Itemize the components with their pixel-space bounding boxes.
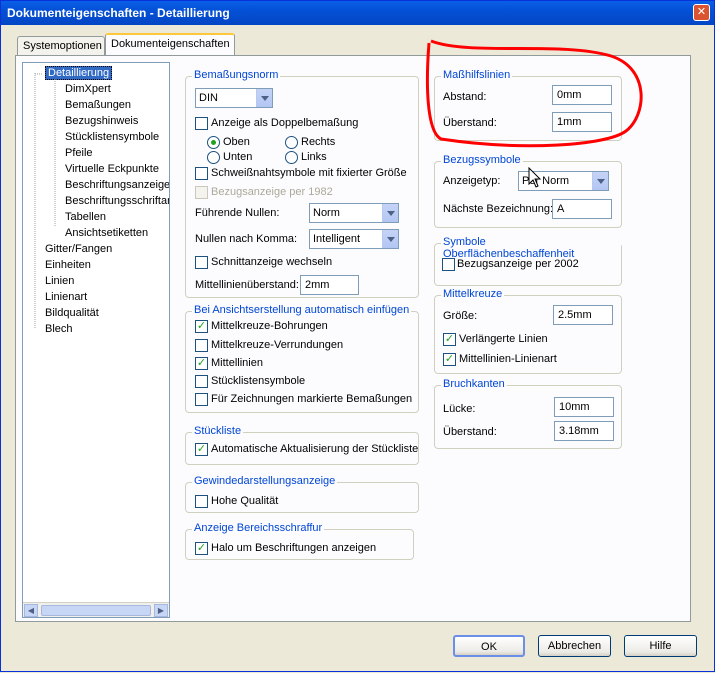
group-title: Symbole Oberflächenbeschaffenheit bbox=[441, 236, 621, 260]
anzeigetyp-label: Anzeigetyp: bbox=[443, 175, 501, 187]
mittellinien-linienart-checkbox[interactable]: ✓ bbox=[443, 353, 456, 366]
close-icon[interactable]: ✕ bbox=[693, 4, 710, 21]
schweissnaht-checkbox[interactable] bbox=[195, 167, 208, 180]
group-title: Bemaßungsnorm bbox=[192, 69, 281, 81]
radio-rechts-label: Rechts bbox=[301, 136, 336, 148]
chevron-down-icon bbox=[256, 89, 272, 107]
tree-item-beschriftungsschriftart[interactable]: Beschriftungsschriftart bbox=[65, 195, 169, 207]
stuecklistensymbole-label: Stücklistensymbole bbox=[211, 375, 306, 387]
tab-label: Systemoptionen bbox=[23, 40, 102, 52]
group-title: Anzeige Bereichsschraffur bbox=[192, 522, 325, 534]
mittelkreuze-bohrungen-label: Mittelkreuze-Bohrungen bbox=[211, 320, 328, 332]
radio-oben[interactable] bbox=[207, 136, 220, 149]
mittelkreuze-verrundungen-label: Mittelkreuze-Verrundungen bbox=[211, 339, 344, 351]
nullen-nach-komma-label: Nullen nach Komma: bbox=[195, 233, 298, 245]
dialog-window: Dokumenteigenschaften - Detaillierung ✕ … bbox=[0, 0, 715, 672]
radio-unten-label: Unten bbox=[223, 151, 253, 163]
doppelbemassung-label: Anzeige als Doppelbemaßung bbox=[211, 117, 359, 129]
doppelbemassung-checkbox[interactable] bbox=[195, 117, 208, 130]
bezug2002-label: Bezugsanzeige per 2002 bbox=[457, 258, 579, 270]
tree-item-stuecklistensymbole[interactable]: Stücklistensymbole bbox=[65, 131, 159, 143]
group-title: Bruchkanten bbox=[441, 378, 507, 390]
bezug2002-checkbox[interactable] bbox=[442, 258, 455, 271]
naechste-bezeichnung-label: Nächste Bezeichnung: bbox=[443, 203, 554, 215]
mittellinien-checkbox[interactable]: ✓ bbox=[195, 357, 208, 370]
title-bar[interactable]: Dokumenteigenschaften - Detaillierung ✕ bbox=[1, 1, 714, 25]
halo-label: Halo um Beschriftungen anzeigen bbox=[211, 542, 377, 554]
mittellinienueberstand-label: Mittellinienüberstand: bbox=[195, 279, 299, 291]
verlaengerte-linien-checkbox[interactable]: ✓ bbox=[443, 333, 456, 346]
tree-item-virtuelle-eckpunkte[interactable]: Virtuelle Eckpunkte bbox=[65, 163, 159, 175]
naechste-bezeichnung-input[interactable]: A bbox=[552, 199, 612, 219]
ok-button[interactable]: OK bbox=[453, 635, 525, 657]
luecke-label: Lücke: bbox=[443, 403, 476, 415]
radio-links[interactable] bbox=[285, 151, 298, 164]
fuehrende-nullen-select[interactable]: Norm bbox=[309, 203, 399, 223]
mittellinienueberstand-input[interactable]: 2mm bbox=[300, 275, 359, 295]
tree-item-ansichtsetiketten[interactable]: Ansichtsetiketten bbox=[65, 227, 148, 239]
nullen-nach-komma-select[interactable]: Intelligent bbox=[309, 229, 399, 249]
auto-aktualisierung-label: Automatische Aktualisierung der Stücklis… bbox=[211, 443, 419, 455]
mittelkreuze-verrundungen-checkbox[interactable] bbox=[195, 339, 208, 352]
luecke-input[interactable]: 10mm bbox=[554, 397, 614, 417]
chevron-down-icon bbox=[592, 172, 608, 190]
hohe-qualitaet-checkbox[interactable] bbox=[195, 495, 208, 508]
bezug1982-checkbox[interactable] bbox=[195, 186, 208, 199]
tab-label: Dokumenteigenschaften bbox=[111, 38, 230, 50]
mittellinien-linienart-label: Mittellinien-Linienart bbox=[459, 353, 557, 365]
stuecklistensymbole-checkbox[interactable] bbox=[195, 375, 208, 388]
group-title: Gewindedarstellungsanzeige bbox=[192, 475, 338, 487]
hohe-qualitaet-label: Hohe Qualität bbox=[211, 495, 279, 507]
groesse-label: Größe: bbox=[443, 310, 478, 322]
halo-checkbox[interactable]: ✓ bbox=[195, 542, 208, 555]
mouse-cursor-icon bbox=[528, 167, 542, 188]
tab-dokumenteigenschaften[interactable]: Dokumenteigenschaften bbox=[105, 33, 235, 56]
verlaengerte-linien-label: Verlängerte Linien bbox=[459, 333, 548, 345]
chevron-down-icon bbox=[382, 230, 398, 248]
norm-select[interactable]: DIN bbox=[195, 88, 273, 108]
chevron-down-icon bbox=[382, 204, 398, 222]
markierte-bemassungen-checkbox[interactable] bbox=[195, 393, 208, 406]
scroll-thumb[interactable] bbox=[41, 605, 151, 616]
bruch-ueberstand-label: Überstand: bbox=[443, 426, 497, 438]
group-title: Stückliste bbox=[192, 425, 244, 437]
bezug1982-label: Bezugsanzeige per 1982 bbox=[211, 186, 333, 198]
help-button[interactable]: Hilfe bbox=[624, 635, 697, 657]
scroll-right-icon[interactable]: ▶ bbox=[154, 604, 168, 617]
group-title: Mittelkreuze bbox=[441, 288, 505, 300]
schnittanzeige-label: Schnittanzeige wechseln bbox=[211, 256, 333, 268]
auto-aktualisierung-checkbox[interactable]: ✓ bbox=[195, 443, 208, 456]
group-title: Bei Ansichtserstellung automatisch einfü… bbox=[192, 304, 412, 316]
radio-rechts[interactable] bbox=[285, 136, 298, 149]
tree-item-bemassungen[interactable]: Bemaßungen bbox=[65, 99, 131, 111]
radio-unten[interactable] bbox=[207, 151, 220, 164]
mittelkreuze-bohrungen-checkbox[interactable]: ✓ bbox=[195, 320, 208, 333]
schnittanzeige-checkbox[interactable] bbox=[195, 256, 208, 269]
radio-oben-label: Oben bbox=[223, 136, 250, 148]
bruch-ueberstand-input[interactable]: 3.18mm bbox=[554, 421, 614, 441]
schweissnaht-label: Schweißnahtsymbole mit fixierter Größe bbox=[211, 167, 407, 179]
mittellinien-label: Mittellinien bbox=[211, 357, 263, 369]
ueberstand-label: Überstand: bbox=[443, 117, 497, 129]
scroll-left-icon[interactable]: ◀ bbox=[24, 604, 38, 617]
groesse-input[interactable]: 2.5mm bbox=[553, 305, 613, 325]
tree-horizontal-scrollbar[interactable]: ◀ ▶ bbox=[23, 602, 169, 617]
window-title: Dokumenteigenschaften - Detaillierung bbox=[7, 6, 230, 20]
markierte-bemassungen-label: Für Zeichnungen markierte Bemaßungen bbox=[211, 393, 413, 405]
cancel-button[interactable]: Abbrechen bbox=[538, 635, 611, 657]
group-title: Maßhilfslinien bbox=[441, 69, 513, 81]
category-tree[interactable]: Detaillierung DimXpert Bemaßungen Bezugs… bbox=[22, 62, 170, 618]
fuehrende-nullen-label: Führende Nullen: bbox=[195, 207, 280, 219]
tree-item-bezugshinweis[interactable]: Bezugshinweis bbox=[65, 115, 138, 127]
ueberstand-input[interactable]: 1mm bbox=[552, 112, 612, 132]
abstand-label: Abstand: bbox=[443, 91, 487, 103]
radio-links-label: Links bbox=[301, 151, 327, 163]
tree-lines bbox=[34, 73, 56, 329]
group-title: Bezugssymbole bbox=[441, 154, 523, 166]
tree-item-beschriftungsanzeige[interactable]: Beschriftungsanzeige bbox=[65, 179, 169, 191]
abstand-input[interactable]: 0mm bbox=[552, 85, 612, 105]
tab-systemoptionen[interactable]: Systemoptionen bbox=[17, 36, 105, 56]
